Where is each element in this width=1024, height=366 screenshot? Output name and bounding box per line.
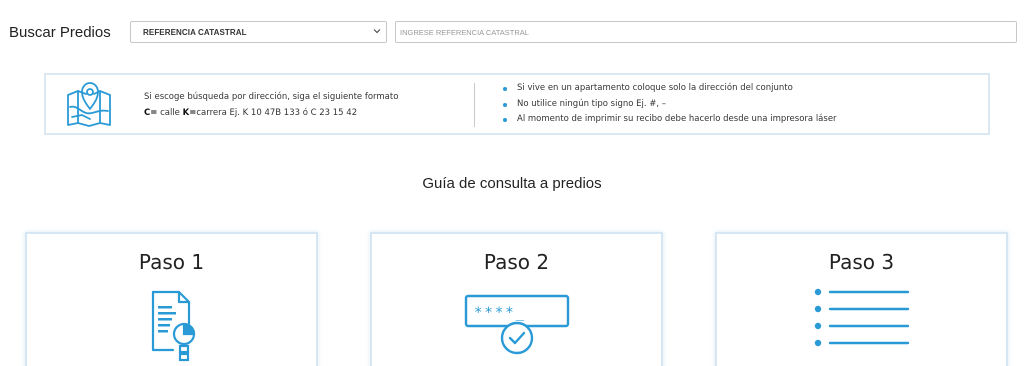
map-pin-icon	[67, 82, 111, 127]
password-mask-text: ****_	[474, 305, 526, 321]
step-card-1: Paso 1	[25, 232, 318, 366]
search-type-select[interactable]: REFERENCIA CATASTRAL	[130, 21, 387, 43]
guide-title: Guía de consulta a predios	[422, 175, 602, 192]
search-label: Buscar Predios	[9, 24, 111, 41]
search-type-value: REFERENCIA CATASTRAL	[143, 28, 247, 37]
tip-item: Al momento de imprimir su recibo debe ha…	[501, 112, 837, 128]
address-format-example: C= calle K=carrera Ej. K 10 47B 133 ó C …	[144, 105, 398, 121]
address-format-intro: Si escoge búsqueda por dirección, siga e…	[144, 92, 399, 102]
tip-item: Si vive en un apartamento coloque solo l…	[501, 81, 837, 97]
tips-list: Si vive en un apartamento coloque solo l…	[501, 81, 837, 128]
divider	[474, 83, 475, 127]
list-icon	[814, 288, 909, 347]
calle-abbrev: C=	[144, 108, 158, 118]
search-bar: Buscar Predios REFERENCIA CATASTRAL	[0, 20, 1024, 46]
carrera-abbrev: K=	[182, 108, 197, 118]
info-panel: Si escoge búsqueda por dirección, siga e…	[44, 73, 990, 135]
step-title: Paso 1	[138, 250, 205, 274]
cadastral-reference-input[interactable]	[395, 21, 1017, 43]
tip-item: No utilice ningún tipo signo Ej. #, –	[501, 97, 837, 113]
step-title: Paso 2	[483, 250, 550, 274]
chevron-down-icon	[373, 29, 381, 34]
step-card-3: Paso 3	[715, 232, 1008, 366]
document-search-icon	[151, 290, 195, 362]
address-format-help: Si escoge búsqueda por dirección, siga e…	[144, 89, 398, 121]
step-card-2: Paso 2 ****_	[370, 232, 663, 366]
calle-text: calle	[157, 108, 183, 118]
password-check-icon: ****_	[464, 294, 569, 355]
carrera-example-text: carrera Ej. K 10 47B 133 ó C 23 15 42	[196, 108, 358, 118]
step-title: Paso 3	[828, 250, 895, 274]
